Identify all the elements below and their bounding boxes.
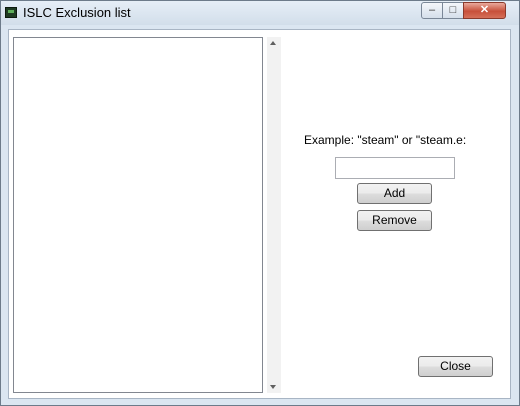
remove-button[interactable]: Remove <box>357 210 432 231</box>
app-icon <box>5 7 17 18</box>
process-name-input[interactable] <box>335 157 455 179</box>
close-button[interactable]: Close <box>418 356 493 377</box>
example-label: Example: "steam" or "steam.e: <box>304 133 467 147</box>
listbox-scrollbar[interactable] <box>267 37 281 393</box>
title-bar[interactable]: ISLC Exclusion list – □ ✕ <box>1 1 519 25</box>
exclusion-list-window: ISLC Exclusion list – □ ✕ Example: "stea… <box>0 0 520 406</box>
scroll-down-icon[interactable] <box>270 385 276 389</box>
close-window-button[interactable]: ✕ <box>463 2 506 19</box>
add-button[interactable]: Add <box>357 183 432 204</box>
exclusion-listbox[interactable] <box>13 37 263 393</box>
client-area: Example: "steam" or "steam.e: Add Remove… <box>8 29 511 399</box>
scroll-up-icon[interactable] <box>270 41 276 45</box>
maximize-button[interactable]: □ <box>442 2 464 19</box>
minimize-button[interactable]: – <box>421 2 443 19</box>
window-title: ISLC Exclusion list <box>23 5 131 20</box>
